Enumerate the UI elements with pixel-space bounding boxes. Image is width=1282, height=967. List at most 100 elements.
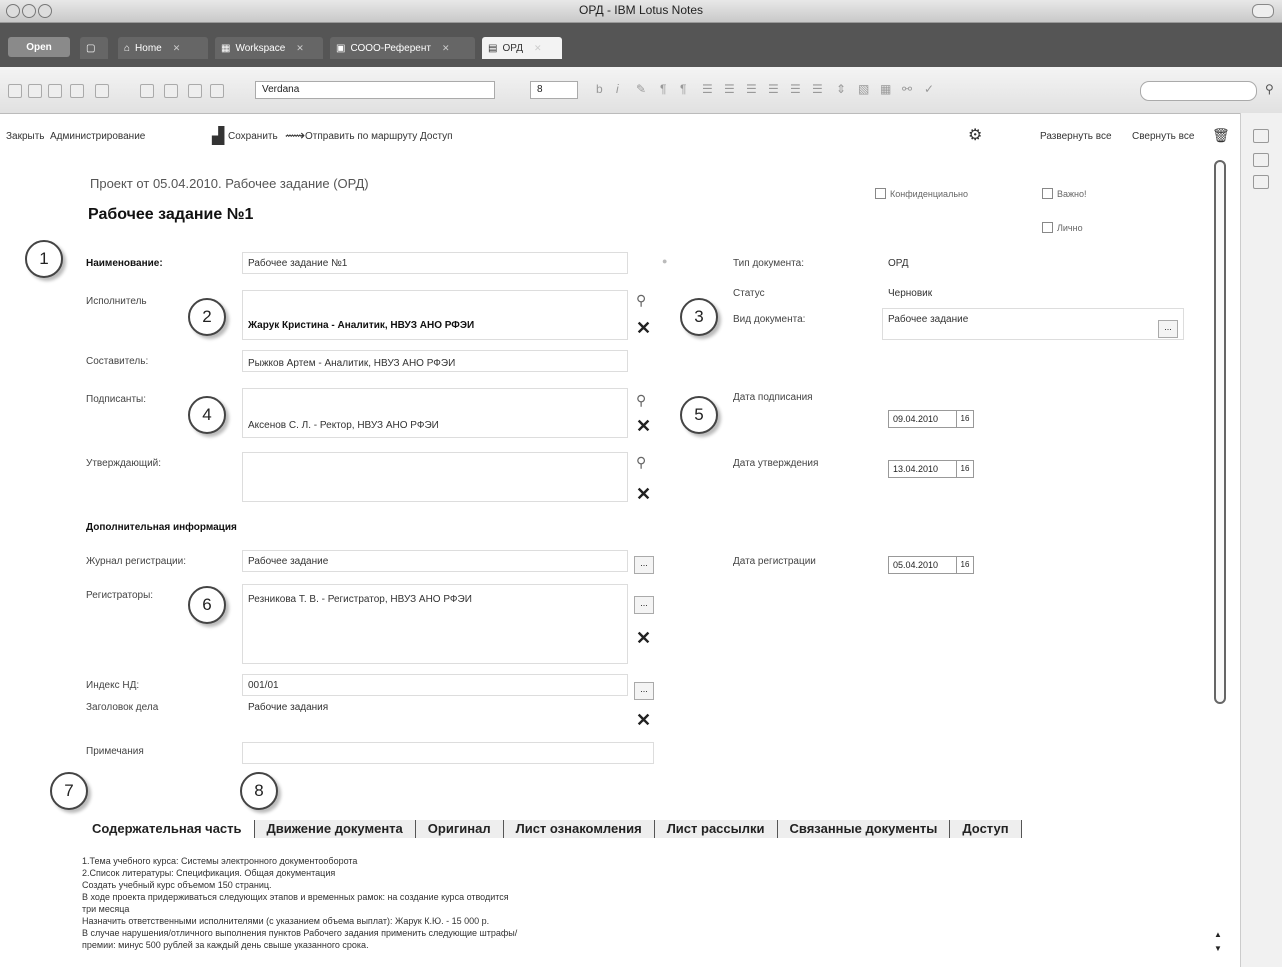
callout-2: 2 bbox=[188, 298, 226, 336]
case-label: Заголовок дела bbox=[86, 702, 159, 713]
window-title: ОРД - IBM Lotus Notes bbox=[578, 3, 704, 17]
admin-action[interactable]: Администрирование bbox=[50, 131, 145, 142]
bullet-list-icon[interactable]: ☰ bbox=[702, 82, 713, 96]
index-more-button[interactable]: ... bbox=[634, 682, 654, 700]
close-tab-icon[interactable]: ✕ bbox=[296, 43, 304, 54]
numbered-list-icon[interactable]: ☰ bbox=[724, 82, 735, 96]
save-action[interactable]: Сохранить bbox=[228, 131, 278, 142]
tab-ord-label: ОРД bbox=[502, 42, 524, 54]
search-icon[interactable]: ⚲ bbox=[636, 292, 646, 309]
close-tab-icon[interactable]: ✕ bbox=[442, 43, 450, 54]
align-left-icon[interactable]: ☰ bbox=[746, 82, 757, 96]
globe-icon[interactable] bbox=[188, 84, 202, 98]
clear-icon[interactable]: ✕ bbox=[636, 318, 651, 339]
vertical-scrollbar[interactable]: ▲ ▼ bbox=[1212, 160, 1226, 960]
cut-icon[interactable] bbox=[8, 84, 22, 98]
calendar-icon[interactable]: 16 bbox=[956, 461, 973, 477]
personal-checkbox[interactable]: Лично bbox=[1042, 222, 1083, 233]
align-center-icon[interactable]: ☰ bbox=[768, 82, 779, 96]
tab-workspace[interactable]: ▦ Workspace ✕ bbox=[215, 37, 323, 59]
access-action[interactable]: Доступ bbox=[420, 131, 453, 142]
bold-icon[interactable]: b bbox=[596, 82, 603, 96]
executor-input[interactable] bbox=[242, 290, 628, 340]
tab-access[interactable]: Доступ bbox=[950, 820, 1022, 838]
open-button[interactable]: Open bbox=[8, 37, 70, 57]
refresh-icon[interactable] bbox=[210, 84, 224, 98]
kind-more-button[interactable]: ... bbox=[1158, 320, 1178, 338]
index-input[interactable] bbox=[242, 674, 628, 696]
table-icon[interactable]: ▦ bbox=[880, 82, 891, 96]
close-tab-icon[interactable]: ✕ bbox=[534, 43, 542, 54]
image-icon[interactable]: ▧ bbox=[858, 82, 869, 96]
clear-icon[interactable]: ✕ bbox=[636, 710, 651, 731]
notes-input[interactable] bbox=[242, 742, 654, 764]
clear-icon[interactable]: ✕ bbox=[636, 628, 651, 649]
close-tab-icon[interactable]: ✕ bbox=[173, 43, 181, 54]
italic-icon[interactable]: i bbox=[616, 82, 619, 96]
search-icon[interactable]: ⚲ bbox=[636, 392, 646, 409]
print-icon[interactable] bbox=[70, 84, 84, 98]
align-right-icon[interactable]: ☰ bbox=[790, 82, 801, 96]
case-value: Рабочие задания bbox=[248, 702, 329, 713]
scrollbar-thumb[interactable] bbox=[1214, 160, 1226, 704]
clear-icon[interactable]: ✕ bbox=[636, 484, 651, 505]
scroll-down-icon[interactable]: ▼ bbox=[1214, 944, 1222, 953]
panel-icon-1[interactable] bbox=[1253, 129, 1269, 143]
signers-value: Аксенов С. Л. - Ректор, НВУЗ АНО РФЭИ bbox=[248, 420, 439, 431]
tab-ord[interactable]: ▤ ОРД ✕ bbox=[482, 37, 562, 59]
tab-workspace-label: Workspace bbox=[235, 42, 286, 54]
route-action[interactable]: Отправить по маршруту bbox=[305, 131, 417, 142]
tab-referent[interactable]: ▣ СООО-Референт ✕ bbox=[330, 37, 475, 59]
scroll-up-icon[interactable]: ▲ bbox=[1214, 930, 1222, 939]
tab-movement[interactable]: Движение документа bbox=[254, 820, 416, 838]
tab-original[interactable]: Оригинал bbox=[415, 820, 504, 838]
settings-icon[interactable]: ⚙ bbox=[968, 125, 982, 145]
copy-icon[interactable] bbox=[28, 84, 42, 98]
indent-icon[interactable]: ☰ bbox=[812, 82, 823, 96]
spell-icon[interactable]: ✓ bbox=[924, 82, 934, 96]
route-arrow-icon: ⟿ bbox=[285, 127, 306, 143]
clear-icon[interactable]: ✕ bbox=[636, 416, 651, 437]
panel-icon-3[interactable] bbox=[1253, 175, 1269, 189]
paste-icon[interactable] bbox=[48, 84, 62, 98]
collapse-all-action[interactable]: Свернуть все bbox=[1132, 131, 1194, 142]
tab-related[interactable]: Связанные документы bbox=[777, 820, 951, 838]
calendar-icon[interactable]: 16 bbox=[956, 557, 973, 573]
toolbar-toggle-button[interactable] bbox=[1252, 4, 1274, 18]
journal-more-button[interactable]: ... bbox=[634, 556, 654, 574]
important-checkbox[interactable]: Важно! bbox=[1042, 188, 1087, 199]
document-icon: ▤ bbox=[488, 42, 498, 54]
confidential-checkbox[interactable]: Конфиденциально bbox=[875, 188, 968, 199]
search-field[interactable] bbox=[1140, 81, 1257, 101]
undo-icon[interactable] bbox=[95, 84, 109, 98]
registrars-more-button[interactable]: ... bbox=[634, 596, 654, 614]
tab-distribution[interactable]: Лист рассылки bbox=[654, 820, 778, 838]
panel-icon-2[interactable] bbox=[1253, 153, 1269, 167]
reg-date-field[interactable]: 05.04.2010 16 bbox=[888, 556, 974, 574]
link-icon[interactable]: ⚯ bbox=[902, 82, 912, 96]
attach-icon[interactable] bbox=[164, 84, 178, 98]
calendar-icon[interactable]: 16 bbox=[956, 411, 973, 427]
author-label: Составитель: bbox=[86, 356, 149, 367]
search-icon[interactable]: ⚲ bbox=[1265, 82, 1274, 96]
trash-icon[interactable]: 🗑 bbox=[1212, 127, 1230, 144]
approve-date-field[interactable]: 13.04.2010 16 bbox=[888, 460, 974, 478]
search-icon[interactable]: ⚲ bbox=[636, 454, 646, 471]
paragraph-icon[interactable]: ¶ bbox=[660, 82, 666, 96]
font-size-select[interactable]: 8 bbox=[530, 81, 578, 99]
expand-all-action[interactable]: Развернуть все bbox=[1040, 131, 1112, 142]
tab-home[interactable]: ⌂ Home ✕ bbox=[118, 37, 208, 59]
close-action[interactable]: Закрыть bbox=[6, 131, 45, 142]
new-tab-icon[interactable]: ▢ bbox=[80, 37, 108, 59]
highlight-icon[interactable]: ✎ bbox=[636, 82, 646, 96]
tab-content[interactable]: Содержательная часть bbox=[80, 820, 255, 838]
save-icon[interactable] bbox=[140, 84, 154, 98]
index-label: Индекс НД: bbox=[86, 680, 140, 691]
spacing-icon[interactable]: ⇕ bbox=[836, 82, 846, 96]
tab-acquaintance[interactable]: Лист ознакомления bbox=[503, 820, 655, 838]
font-family-select[interactable]: Verdana bbox=[255, 81, 495, 99]
sign-date-field[interactable]: 09.04.2010 16 bbox=[888, 410, 974, 428]
save-icon: ▟ bbox=[212, 128, 225, 145]
paragraph-style-icon[interactable]: ¶ bbox=[680, 82, 686, 96]
approver-input[interactable] bbox=[242, 452, 628, 502]
